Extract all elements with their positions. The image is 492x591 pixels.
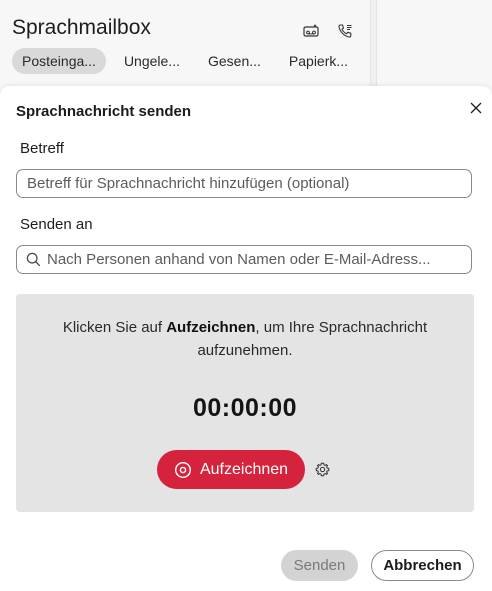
recipient-field-wrapper — [16, 245, 472, 274]
recorder-panel: Klicken Sie auf Aufzeichnen, um Ihre Spr… — [16, 294, 474, 512]
cancel-button[interactable]: Abbrechen — [371, 550, 474, 581]
send-button[interactable]: Senden — [281, 550, 358, 581]
subject-input[interactable] — [17, 175, 471, 192]
folder-tabs: Posteinga... Ungele... Gesen... Papierk.… — [12, 48, 366, 74]
search-icon — [26, 252, 41, 267]
record-instruction: Klicken Sie auf Aufzeichnen, um Ihre Spr… — [16, 316, 474, 362]
voicemail-icon[interactable] — [300, 20, 322, 42]
close-icon — [470, 102, 482, 114]
record-button-label: Aufzeichnen — [199, 460, 289, 478]
instruction-text-bold: Aufzeichnen — [166, 319, 256, 336]
record-icon — [174, 461, 191, 478]
subject-field-wrapper — [16, 169, 472, 198]
close-button[interactable] — [466, 98, 486, 118]
tab-inbox[interactable]: Posteinga... — [12, 48, 106, 74]
send-voicemail-dialog: Sprachnachricht senden Betreff Senden an… — [0, 86, 492, 591]
tab-sent[interactable]: Gesen... — [198, 48, 271, 74]
background-pane — [376, 0, 492, 100]
dialog-title: Sprachnachricht senden — [16, 103, 192, 120]
recipient-search-input[interactable] — [41, 251, 471, 268]
phone-settings-icon[interactable] — [334, 20, 356, 42]
audio-settings-button[interactable] — [313, 460, 331, 478]
tab-unread[interactable]: Ungele... — [114, 48, 190, 74]
subject-label: Betreff — [20, 140, 64, 157]
recording-timer: 00:00:00 — [192, 394, 298, 422]
recipient-label: Senden an — [20, 216, 93, 233]
tab-trash[interactable]: Papierk... — [279, 48, 358, 74]
record-button[interactable]: Aufzeichnen — [157, 450, 305, 489]
instruction-text-start: Klicken Sie auf — [62, 319, 167, 336]
app-title: Sprachmailbox — [12, 16, 151, 39]
gear-icon — [315, 462, 329, 476]
